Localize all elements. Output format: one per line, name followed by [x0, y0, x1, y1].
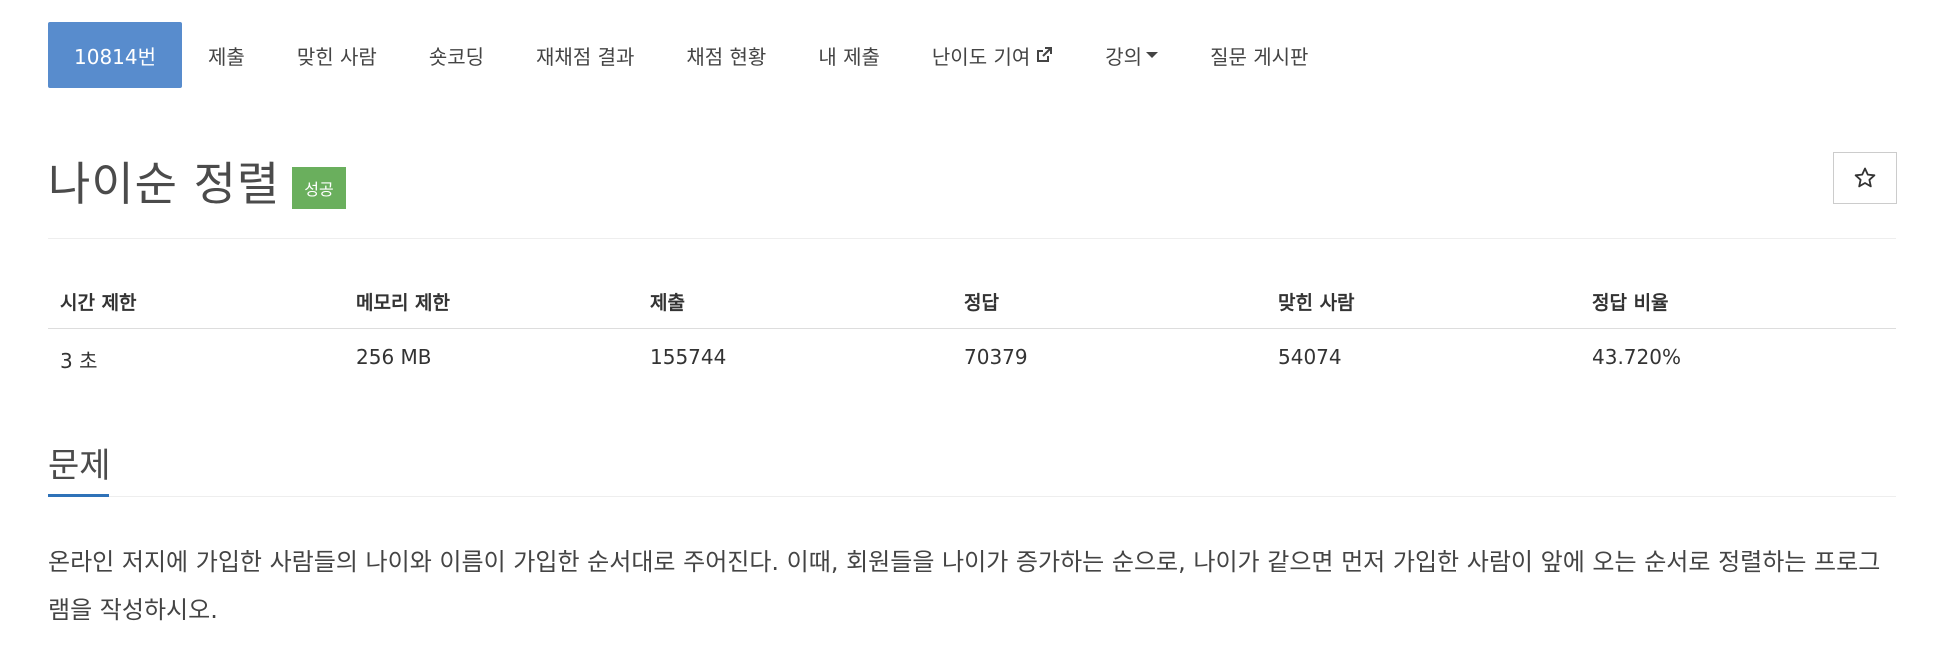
header-correct: 정답 — [964, 292, 999, 314]
tab-short-coding[interactable]: 숏코딩 — [403, 22, 510, 88]
tab-judge-status[interactable]: 채점 현황 — [660, 22, 792, 88]
tab-my-submissions[interactable]: 내 제출 — [792, 22, 906, 88]
status-badge: 성공 — [292, 167, 346, 209]
tab-label: 난이도 기여 — [931, 44, 1031, 69]
external-link-icon — [1037, 47, 1053, 62]
page: 10814번 제출 맞힌 사람 숏코딩 재채점 결과 채점 현황 내 제출 난이… — [0, 0, 1960, 666]
section-heading: 문제 — [48, 446, 111, 486]
section-divider — [48, 496, 1896, 497]
value-time-limit: 3 초 — [60, 349, 98, 373]
header-correct-ratio: 정답 비율 — [1592, 292, 1669, 314]
title-divider — [48, 238, 1896, 239]
tab-label: 질문 게시판 — [1210, 44, 1309, 69]
tab-lectures-dropdown[interactable]: 강의 — [1079, 22, 1184, 88]
info-value-row: 3 초 256 MB 155744 70379 54074 43.720% — [48, 329, 1896, 373]
tab-problem-number[interactable]: 10814번 — [48, 22, 183, 88]
problem-nav: 10814번 제출 맞힌 사람 숏코딩 재채점 결과 채점 현황 내 제출 난이… — [48, 22, 1334, 88]
tab-label: 채점 현황 — [686, 44, 767, 69]
tab-label: 제출 — [208, 44, 245, 69]
value-solved-users: 54074 — [1278, 345, 1342, 369]
value-correct-ratio: 43.720% — [1592, 345, 1681, 369]
value-submissions: 155744 — [650, 345, 727, 369]
caret-down-icon — [1146, 52, 1159, 58]
info-header-row: 시간 제한 메모리 제한 제출 정답 맞힌 사람 정답 비율 — [48, 278, 1896, 322]
tab-label: 숏코딩 — [428, 44, 485, 69]
problem-description: 온라인 저지에 가입한 사람들의 나이와 이름이 가입한 순서대로 주어진다. … — [48, 548, 1881, 624]
tab-solved-users[interactable]: 맞힌 사람 — [271, 22, 403, 88]
tab-difficulty-contribution[interactable]: 난이도 기여 — [906, 22, 1079, 88]
tab-rejudge-results[interactable]: 재채점 결과 — [510, 22, 660, 88]
problem-title: 나이순 정렬 — [48, 157, 281, 211]
problem-title-row: 나이순 정렬 성공 — [48, 148, 346, 214]
tab-question-board[interactable]: 질문 게시판 — [1184, 22, 1334, 88]
favorite-star-button[interactable] — [1833, 152, 1897, 204]
tab-label: 강의 — [1105, 44, 1143, 69]
tab-label: 10814번 — [74, 44, 157, 69]
tab-label: 재채점 결과 — [536, 44, 635, 69]
tab-label: 내 제출 — [818, 44, 880, 69]
section-heading-underline — [48, 494, 109, 497]
value-correct: 70379 — [964, 345, 1028, 369]
header-memory-limit: 메모리 제한 — [356, 292, 451, 314]
tab-submit[interactable]: 제출 — [182, 22, 271, 88]
problem-info-table: 시간 제한 메모리 제한 제출 정답 맞힌 사람 정답 비율 3 초 256 M… — [48, 278, 1896, 373]
value-memory-limit: 256 MB — [356, 345, 432, 369]
star-icon — [1854, 167, 1876, 188]
header-solved-users: 맞힌 사람 — [1278, 292, 1355, 314]
tab-label: 맞힌 사람 — [296, 44, 377, 69]
header-time-limit: 시간 제한 — [60, 292, 137, 314]
header-submissions: 제출 — [650, 292, 685, 314]
